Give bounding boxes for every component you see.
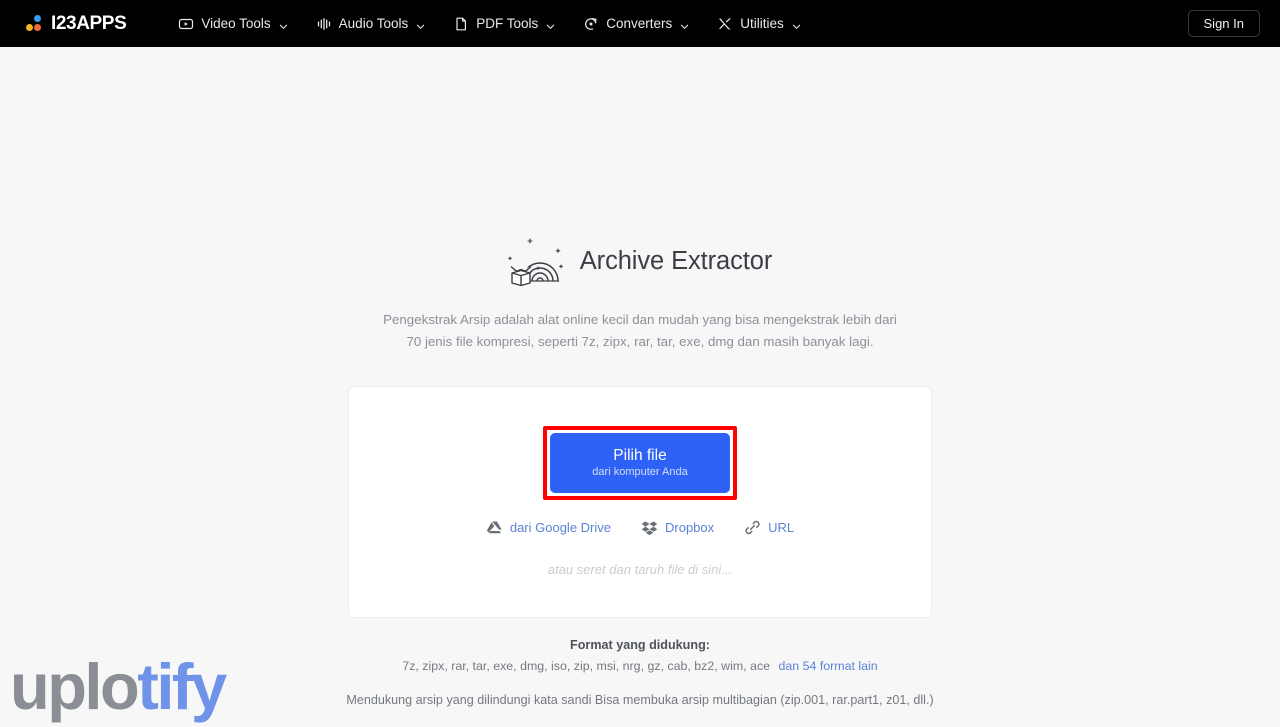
nav-item-label: PDF Tools — [476, 16, 539, 31]
nav-items: Video Tools Audio Tools PDF Tools Conver… — [164, 10, 814, 38]
brand-logo-text: I23APPS — [51, 12, 127, 34]
nav-item-label: Video Tools — [201, 16, 271, 31]
chevron-down-icon — [546, 19, 555, 30]
chevron-down-icon — [416, 19, 425, 30]
uplotify-watermark: uplotify — [10, 654, 227, 719]
cloud-option-label: dari Google Drive — [509, 519, 611, 535]
cloud-source-options: dari Google Drive Dropbox URL — [349, 519, 931, 536]
upload-card: Pilih file dari komputer Anda dari Googl… — [348, 385, 932, 618]
supported-formats-list: 7z, zipx, rar, tar, exe, dmg, iso, zip, … — [330, 659, 950, 673]
nav-item-label: Utilities — [740, 16, 784, 31]
cloud-option-label: Dropbox — [665, 519, 715, 535]
chevron-down-icon — [792, 19, 801, 30]
choose-file-main-label: Pilih file — [613, 447, 667, 465]
page-subtitle: Pengekstrak Arsip adalah alat online kec… — [383, 312, 897, 350]
page-title: Archive Extractor — [579, 246, 773, 275]
nav-item-utilities[interactable]: Utilities — [703, 10, 815, 38]
link-chain-icon — [744, 519, 761, 536]
document-page-icon — [453, 16, 469, 32]
dropbox-icon — [641, 519, 658, 536]
hero-section: Archive Extractor Pengekstrak Arsip adal… — [0, 47, 1280, 354]
supported-formats-section: Format yang didukung: 7z, zipx, rar, tar… — [330, 638, 950, 711]
sign-in-button[interactable]: Sign In — [1187, 10, 1260, 37]
cloud-option-dropbox[interactable]: Dropbox — [641, 519, 714, 536]
circular-refresh-icon — [583, 16, 599, 32]
nav-item-label: Audio Tools — [338, 16, 409, 31]
brand-logo[interactable]: I23APPS — [26, 12, 127, 35]
audio-waveform-icon — [316, 16, 332, 32]
nav-item-audio-tools[interactable]: Audio Tools — [302, 10, 440, 38]
nav-item-converters[interactable]: Converters — [569, 10, 703, 38]
three-dots-logo-icon — [26, 15, 43, 32]
supported-formats-heading: Format yang didukung: — [570, 637, 710, 652]
nav-item-pdf-tools[interactable]: PDF Tools — [439, 10, 569, 38]
video-play-icon — [178, 16, 194, 32]
choose-file-sub-label: dari komputer Anda — [592, 466, 688, 479]
cloud-option-url[interactable]: URL — [744, 519, 794, 536]
rainbow-archive-box-icon — [507, 235, 566, 287]
choose-file-wrapper: Pilih file dari komputer Anda — [543, 425, 737, 500]
drop-zone-hint[interactable]: atau seret dan taruh file di sini... — [349, 562, 931, 577]
chevron-down-icon — [680, 19, 689, 30]
crossed-tools-icon — [717, 16, 733, 32]
watermark-part-two: tify — [137, 650, 227, 723]
page-body: Archive Extractor Pengekstrak Arsip adal… — [0, 47, 1280, 727]
cloud-option-label: URL — [768, 519, 795, 535]
page-title-row: Archive Extractor — [0, 235, 1280, 287]
google-drive-icon — [486, 519, 503, 536]
archive-support-note: Mendukung arsip yang dilindungi kata san… — [346, 692, 934, 707]
cloud-option-google-drive[interactable]: dari Google Drive — [486, 519, 611, 536]
top-navbar: I23APPS Video Tools Audio Tools PDF Tool… — [0, 0, 1280, 47]
format-list-text: 7z, zipx, rar, tar, exe, dmg, iso, zip, … — [402, 658, 771, 673]
more-formats-link[interactable]: dan 54 format lain — [779, 659, 878, 673]
nav-item-label: Converters — [606, 16, 673, 31]
nav-item-video-tools[interactable]: Video Tools — [164, 10, 301, 38]
choose-file-button[interactable]: Pilih file dari komputer Anda — [550, 432, 730, 493]
chevron-down-icon — [279, 19, 288, 30]
watermark-part-one: uplo — [10, 650, 140, 723]
